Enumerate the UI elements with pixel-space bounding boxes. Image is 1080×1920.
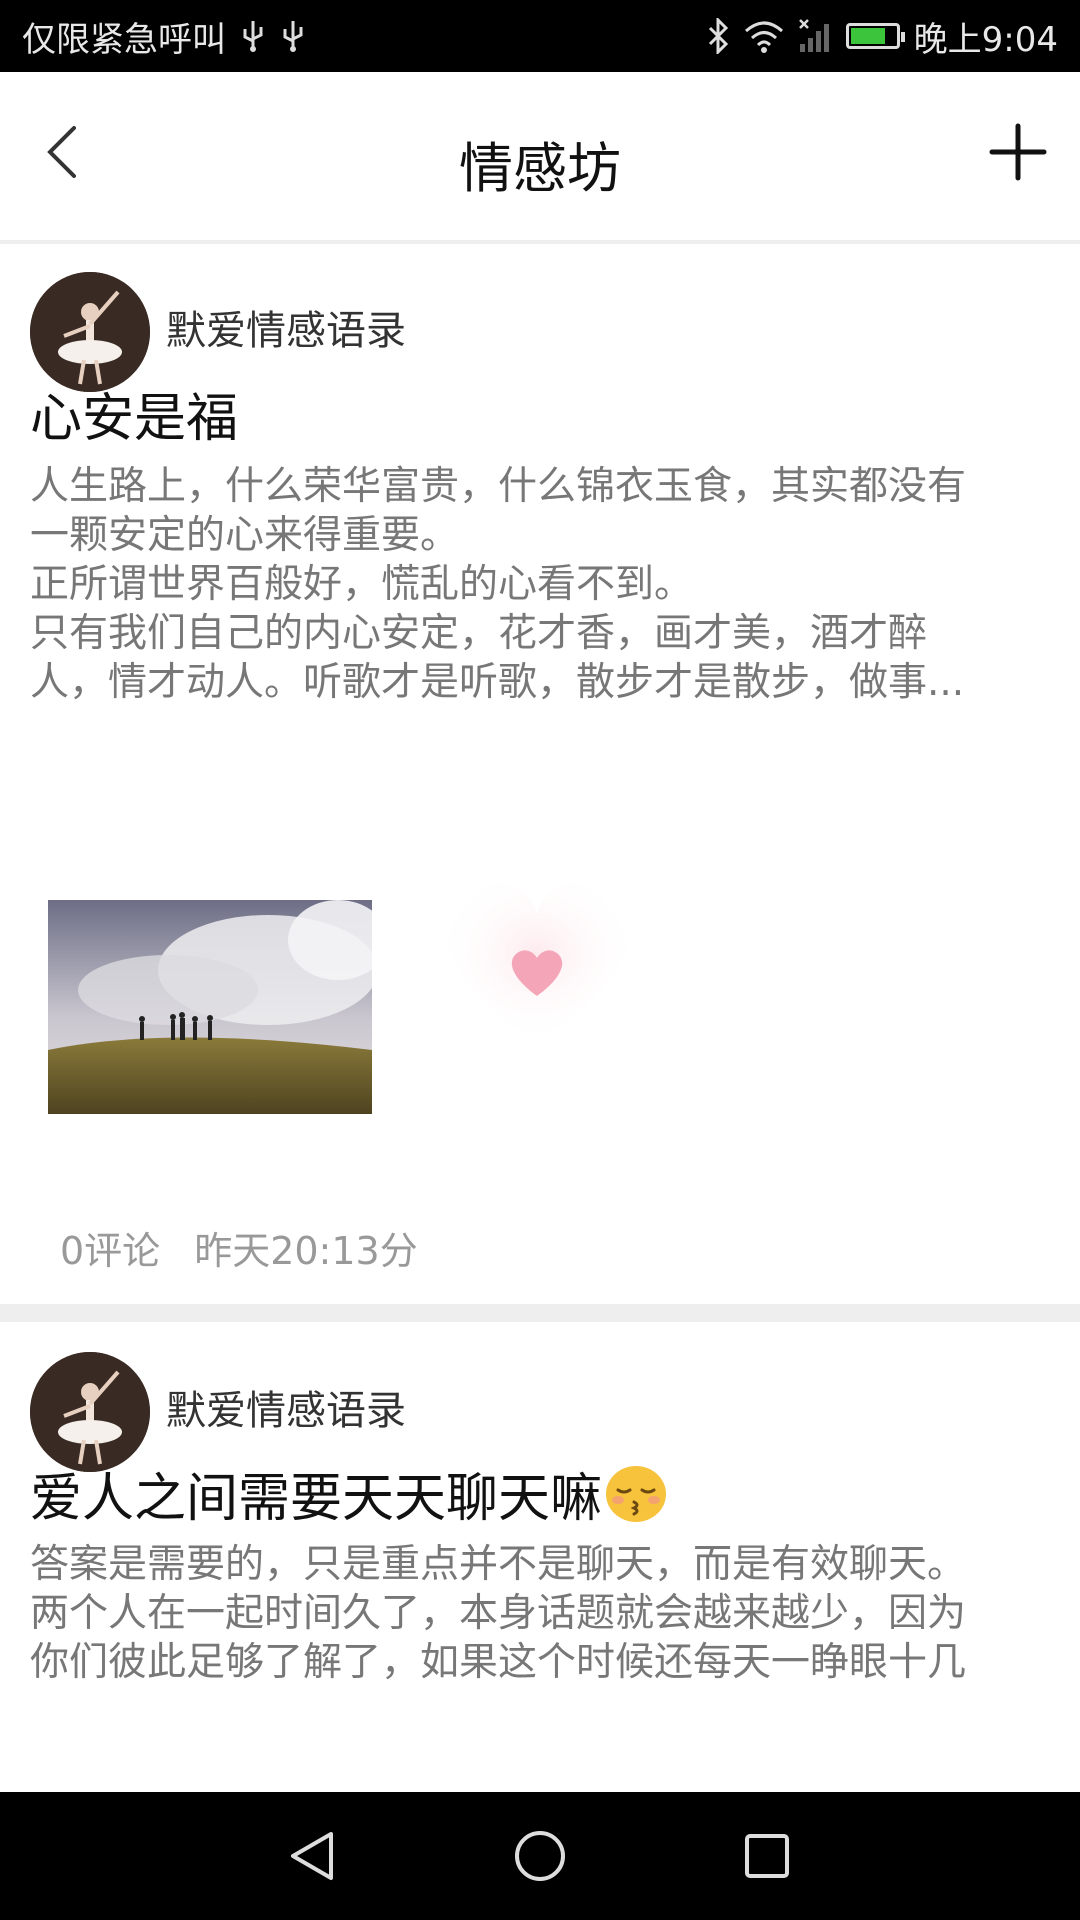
avatar[interactable] [30,272,150,392]
bluetooth-icon [706,18,730,54]
post-card[interactable]: 默爱情感语录 爱人之间需要天天聊天嘛 答案是需要的，只是重点并不是聊天，而是有效… [0,1322,1080,1802]
comment-count[interactable]: 0评论 [60,1220,160,1275]
recents-square-icon [744,1834,789,1878]
nav-recents-button[interactable] [732,1821,802,1891]
nav-back-button[interactable] [278,1821,348,1891]
back-triangle-icon [291,1832,334,1880]
signal-icon [798,18,832,54]
wifi-icon [744,19,784,53]
post-card[interactable]: 默爱情感语录 心安是福 人生路上，什么荣华富贵，什么锦衣玉食，其实都没有 一颗安… [0,244,1080,1304]
post-body-line: 人生路上，什么荣华富贵，什么锦衣玉食，其实都没有 [30,464,967,509]
app-header: 情感坊 [0,72,1080,244]
post-body-line: 两个人在一起时间久了，本身话题就会越来越少，因为 [30,1591,967,1636]
post-body[interactable]: 人生路上，什么荣华富贵，什么锦衣玉食，其实都没有 一颗安定的心来得重要。 正所谓… [30,462,1046,707]
status-bar-left: 仅限紧急呼叫 [22,12,306,61]
ballerina-avatar-image [30,1352,150,1472]
post-title[interactable]: 心安是福 [30,376,238,451]
author-name[interactable]: 默爱情感语录 [166,298,406,356]
post-body-line: 正所谓世界百般好，慌乱的心看不到。 [30,562,694,607]
usb-icon [280,19,306,53]
nav-home-button[interactable] [505,1821,575,1891]
ballerina-avatar-image [30,272,150,392]
post-body[interactable]: 答案是需要的，只是重点并不是聊天，而是有效聊天。 两个人在一起时间久了，本身话题… [30,1540,1046,1687]
avatar[interactable] [30,1352,150,1472]
post-body-line: 人，情才动人。听歌才是听歌，散步才是散步，做事... [30,660,965,705]
post-body-line: 只有我们自己的内心安定，花才香，画才美，酒才醉 [30,611,928,656]
post-time: 昨天20:13分 [194,1229,418,1273]
post-feed: 默爱情感语录 心安是福 人生路上，什么荣华富贵，什么锦衣玉食，其实都没有 一颗安… [0,244,1080,1802]
carrier-text: 仅限紧急呼叫 [22,19,226,60]
status-bar-right: 晚上9:04 [706,12,1058,61]
add-button[interactable] [986,120,1050,184]
battery-level [850,28,886,44]
post-body-line: 你们彼此足够了解了，如果这个时候还每天一睁眼十几 [30,1640,967,1685]
system-navigation-bar [0,1792,1080,1920]
battery-icon [845,23,905,49]
status-bar: 仅限紧急呼叫 晚上9:04 [0,0,1080,72]
post-meta: 0评论 昨天20:13分 [60,1220,418,1275]
post-body-line: 一颗安定的心来得重要。 [30,513,460,558]
plus-icon [989,123,1047,181]
post-divider [0,1304,1080,1322]
home-circle-icon [514,1831,565,1881]
post-image-thumbnail[interactable] [48,900,372,1114]
landscape-photo [48,900,372,1114]
post-title[interactable]: 爱人之间需要天天聊天嘛 [30,1456,668,1531]
page-title: 情感坊 [459,137,621,200]
author-name[interactable]: 默爱情感语录 [166,1378,406,1436]
post-title-text: 爱人之间需要天天聊天嘛 [30,1469,603,1529]
status-time: 晚上9:04 [913,19,1058,60]
usb-icon [240,19,266,53]
kissing-face-emoji-icon [604,1464,668,1524]
heart-watermark-icon [412,844,662,1074]
post-body-line: 答案是需要的，只是重点并不是聊天，而是有效聊天。 [30,1542,967,1587]
